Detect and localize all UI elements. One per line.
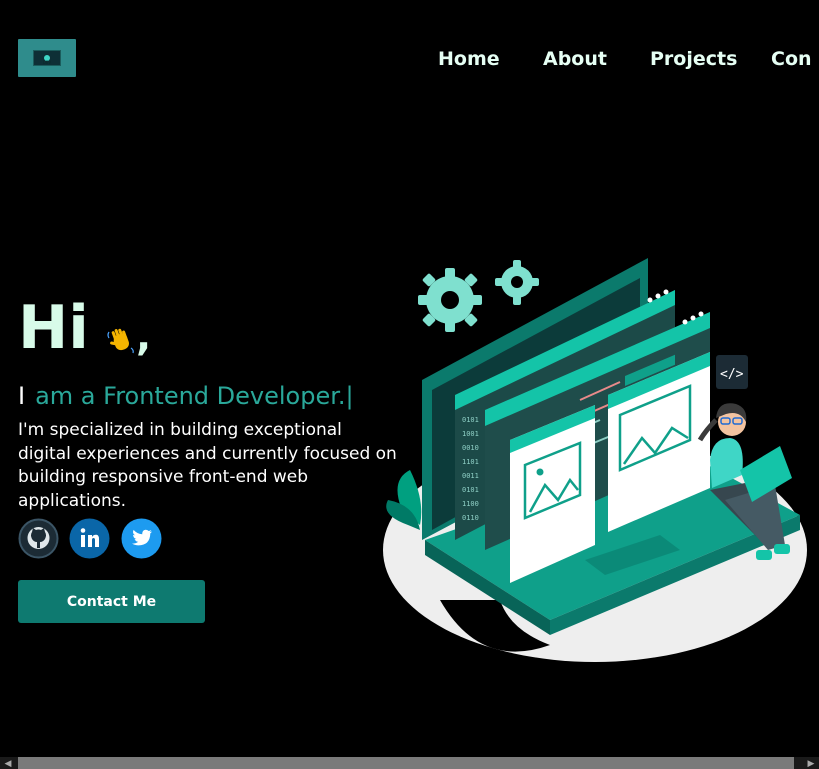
nav-projects-link[interactable]: Projects: [650, 48, 737, 70]
linkedin-icon[interactable]: [69, 518, 110, 559]
nav-home-link[interactable]: Home: [438, 48, 500, 70]
svg-text:0101: 0101: [462, 416, 479, 424]
role-prefix: I: [18, 382, 26, 410]
hero-greeting: Hi: [18, 293, 89, 363]
main-nav: Home About Projects Con: [0, 48, 819, 74]
hero-role: Iam a Frontend Developer.|: [18, 382, 354, 410]
svg-text:0101: 0101: [462, 486, 479, 494]
small-gear-icon: [495, 260, 539, 305]
twitter-icon[interactable]: [121, 518, 162, 559]
scroll-right-arrow-icon[interactable]: ▶: [805, 757, 817, 769]
hero-description: I'm specialized in building exceptional …: [18, 420, 397, 511]
horizontal-scrollbar[interactable]: ◀ ▶: [0, 757, 819, 769]
developer-illustration: 0101 1001 0010 1101 0011 0101 1100 0110 </>: [383, 258, 807, 662]
github-icon[interactable]: [18, 518, 59, 559]
svg-text:1100: 1100: [462, 500, 479, 508]
scroll-left-arrow-icon[interactable]: ◀: [2, 757, 14, 769]
nav-contact-link[interactable]: Con: [771, 48, 812, 70]
nav-about-link[interactable]: About: [543, 48, 607, 70]
svg-text:0110: 0110: [462, 514, 479, 522]
gear-icon: [418, 268, 482, 332]
scrollbar-thumb[interactable]: [18, 757, 794, 769]
svg-text:1101: 1101: [462, 458, 479, 466]
hero-greeting-comma: ,: [136, 314, 152, 360]
svg-text:</>: </>: [720, 367, 744, 382]
contact-me-button[interactable]: Contact Me: [18, 580, 205, 623]
role-typed-text: am a Frontend Developer.: [35, 382, 346, 410]
svg-text:0010: 0010: [462, 444, 479, 452]
waving-hand-icon: [107, 328, 134, 354]
typing-caret: |: [345, 382, 354, 410]
svg-text:0011: 0011: [462, 472, 479, 480]
svg-text:1001: 1001: [462, 430, 479, 438]
